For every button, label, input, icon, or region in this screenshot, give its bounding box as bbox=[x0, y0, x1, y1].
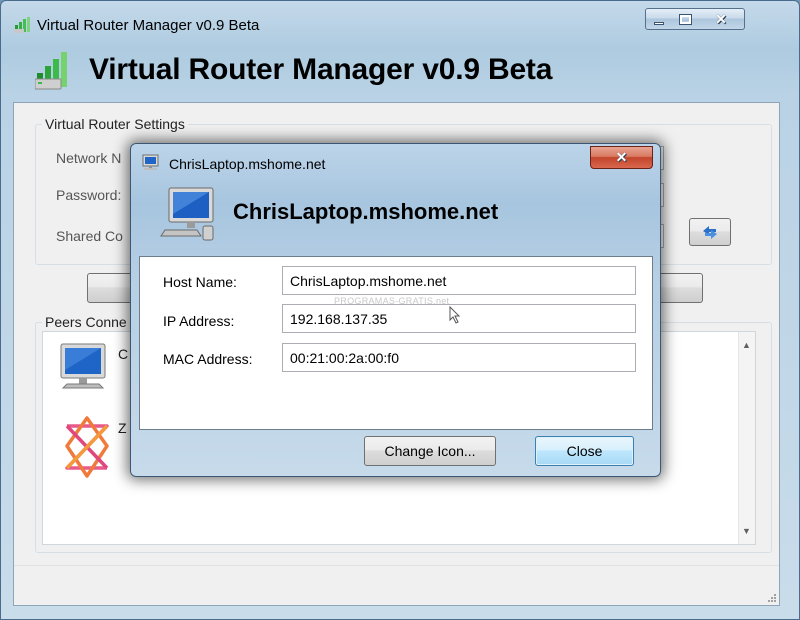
router-signal-icon bbox=[35, 52, 67, 90]
computer-monitor-icon bbox=[142, 154, 159, 170]
watermark: PROGRAMAS-GRATIS.net bbox=[334, 296, 450, 306]
network-name-label: Network N bbox=[56, 150, 122, 166]
mac-address-label: MAC Address: bbox=[163, 351, 253, 367]
app-heading: Virtual Router Manager v0.9 Beta bbox=[89, 53, 553, 86]
peers-group-label: Peers Conne bbox=[42, 314, 130, 330]
maximize-button[interactable] bbox=[672, 8, 699, 30]
minimize-icon bbox=[654, 21, 664, 25]
ip-address-label: IP Address: bbox=[163, 313, 235, 329]
window-title: Virtual Router Manager v0.9 Beta bbox=[37, 17, 260, 34]
computer-monitor-icon bbox=[160, 187, 214, 241]
app-icon bbox=[14, 17, 30, 33]
status-bar bbox=[14, 565, 779, 605]
host-name-label: Host Name: bbox=[163, 274, 237, 290]
settings-group-label: Virtual Router Settings bbox=[42, 116, 188, 132]
password-label: Password: bbox=[56, 187, 122, 203]
maximize-icon bbox=[678, 13, 692, 25]
minimize-button[interactable] bbox=[645, 8, 673, 30]
scroll-up-arrow[interactable]: ▲ bbox=[742, 340, 751, 350]
peer-details-panel: Host Name: ChrisLaptop.mshome.net IP Add… bbox=[139, 256, 653, 430]
change-icon-button[interactable]: Change Icon... bbox=[364, 436, 496, 466]
peers-scrollbar[interactable]: ▲ ▼ bbox=[738, 332, 755, 544]
mac-address-field[interactable]: 00:21:00:2a:00:f0 bbox=[282, 343, 636, 372]
resize-grip-icon[interactable] bbox=[765, 591, 777, 603]
zune-logo-icon bbox=[65, 416, 109, 478]
peer-details-dialog[interactable]: ChrisLaptop.mshome.net ✕ ChrisLaptop.msh… bbox=[130, 143, 661, 477]
title-bar[interactable]: Virtual Router Manager v0.9 Beta ✕ bbox=[1, 1, 800, 37]
dialog-title: ChrisLaptop.mshome.net bbox=[169, 156, 326, 172]
scroll-down-arrow[interactable]: ▼ bbox=[742, 526, 751, 536]
peer-name: Z bbox=[118, 420, 127, 436]
close-icon: ✕ bbox=[615, 149, 628, 165]
shared-connection-label: Shared Co bbox=[56, 228, 123, 244]
close-button[interactable]: Close bbox=[535, 436, 634, 466]
dialog-heading: ChrisLaptop.mshome.net bbox=[233, 199, 499, 224]
mouse-cursor-icon bbox=[449, 306, 461, 324]
refresh-button[interactable] bbox=[689, 218, 731, 246]
dialog-close-x-button[interactable]: ✕ bbox=[590, 146, 653, 169]
close-icon: ✕ bbox=[715, 10, 727, 27]
computer-monitor-icon bbox=[60, 343, 106, 389]
host-name-field[interactable]: ChrisLaptop.mshome.net bbox=[282, 266, 636, 295]
refresh-arrows-icon bbox=[703, 226, 717, 239]
peer-name: C bbox=[118, 346, 129, 362]
close-window-button[interactable]: ✕ bbox=[698, 8, 745, 30]
